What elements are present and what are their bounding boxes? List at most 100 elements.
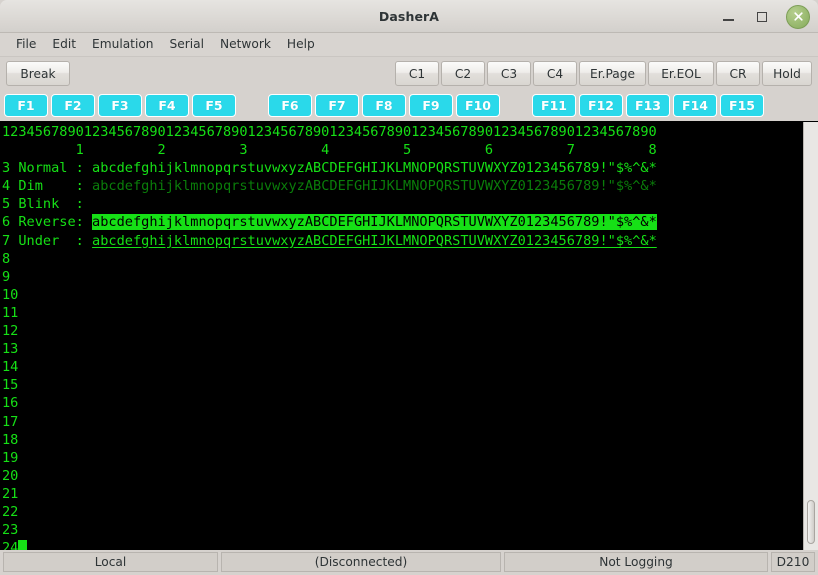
attribute-label: Blink — [18, 196, 76, 213]
c1-button[interactable]: C1 — [395, 61, 440, 86]
break-button[interactable]: Break — [6, 61, 70, 86]
line-number: 8 — [2, 250, 11, 267]
terminal-line-4: 4 Dim : abcdefghijklmnopqrstuvwxyzABCDEF… — [2, 177, 803, 195]
attribute-colon: : — [75, 178, 93, 195]
line-number: 6 — [2, 214, 19, 231]
terminal-line-15: 15 — [2, 376, 803, 394]
attribute-label: Reverse — [18, 214, 76, 231]
line-number: 9 — [2, 268, 11, 285]
terminal-line-10: 10 — [2, 286, 803, 304]
erase-page-button[interactable]: Er.Page — [579, 61, 646, 86]
function-key-f14[interactable]: F14 — [673, 94, 717, 117]
line-number: 24 — [2, 540, 19, 550]
line-number: 13 — [2, 341, 19, 358]
line-number: 22 — [2, 503, 19, 520]
attribute-label: Normal — [18, 160, 76, 177]
terminal-line-14: 14 — [2, 358, 803, 376]
terminal-line-11: 11 — [2, 304, 803, 322]
erase-eol-button[interactable]: Er.EOL — [648, 61, 714, 86]
function-key-group-1: F1 F2 F3 F4 F5 — [4, 94, 236, 117]
function-key-f4[interactable]: F4 — [145, 94, 189, 117]
function-key-bar: F1 F2 F3 F4 F5 F6 F7 F8 F9 F10 F11 F12 F… — [0, 90, 818, 121]
function-key-f2[interactable]: F2 — [51, 94, 95, 117]
function-key-f1[interactable]: F1 — [4, 94, 48, 117]
title-bar: DasherA — [0, 0, 818, 33]
dasher-window: DasherA File Edit Emulation Serial Netwo… — [0, 0, 818, 575]
line-number: 21 — [2, 485, 19, 502]
minimize-icon[interactable] — [718, 7, 738, 27]
terminal-scrollbar[interactable] — [803, 122, 818, 550]
line-number: 10 — [2, 286, 19, 303]
function-key-f12[interactable]: F12 — [579, 94, 623, 117]
line-number: 19 — [2, 449, 19, 466]
status-emulation: D210 — [771, 552, 815, 572]
terminal-line-5: 5 Blink : — [2, 195, 803, 213]
line-number: 11 — [2, 304, 19, 321]
line-number: 23 — [2, 522, 19, 539]
terminal-ruler-tens: 1 2 3 4 5 6 7 8 — [2, 141, 803, 159]
toolbar-left-group: Break — [6, 61, 70, 86]
function-key-f11[interactable]: F11 — [532, 94, 576, 117]
c4-button[interactable]: C4 — [533, 61, 578, 86]
menu-item-network[interactable]: Network — [212, 35, 279, 54]
function-key-f8[interactable]: F8 — [362, 94, 406, 117]
terminal-line-13: 13 — [2, 340, 803, 358]
attribute-colon: : — [75, 214, 93, 231]
terminal-line-7: 7 Under : abcdefghijklmnopqrstuvwxyzABCD… — [2, 232, 803, 250]
ruler-tens-text: 1 2 3 4 5 6 7 8 — [2, 142, 657, 159]
line-number: 18 — [2, 431, 19, 448]
function-key-f15[interactable]: F15 — [720, 94, 764, 117]
function-key-f6[interactable]: F6 — [268, 94, 312, 117]
attribute-sample-normal: abcdefghijklmnopqrstuvwxyzABCDEFGHIJKLMN… — [92, 160, 657, 177]
menu-item-serial[interactable]: Serial — [162, 35, 213, 54]
ruler-digits-text: 1234567890123456789012345678901234567890… — [2, 124, 657, 140]
terminal-line-22: 22 — [2, 503, 803, 521]
line-number: 4 — [2, 178, 19, 195]
menu-item-file[interactable]: File — [8, 35, 44, 54]
attribute-label: Under — [18, 232, 76, 249]
window-title: DasherA — [378, 8, 440, 24]
terminal-line-23: 23 — [2, 521, 803, 539]
function-key-f10[interactable]: F10 — [456, 94, 500, 117]
function-key-f9[interactable]: F9 — [409, 94, 453, 117]
menu-item-help[interactable]: Help — [279, 35, 323, 54]
function-key-f13[interactable]: F13 — [626, 94, 670, 117]
terminal-line-24: 24 — [2, 539, 803, 550]
status-bar: Local (Disconnected) Not Logging D210 — [0, 550, 818, 575]
terminal-line-16: 16 — [2, 394, 803, 412]
terminal-line-20: 20 — [2, 467, 803, 485]
cr-button[interactable]: CR — [716, 61, 760, 86]
menu-item-edit[interactable]: Edit — [44, 35, 84, 54]
terminal-line-19: 19 — [2, 449, 803, 467]
line-number: 15 — [2, 377, 19, 394]
line-number: 7 — [2, 232, 19, 249]
terminal-screen[interactable]: 1234567890123456789012345678901234567890… — [0, 122, 803, 550]
terminal-line-12: 12 — [2, 322, 803, 340]
terminal-line-8: 8 — [2, 250, 803, 268]
line-number: 14 — [2, 359, 19, 376]
terminal-line-18: 18 — [2, 431, 803, 449]
window-controls — [718, 0, 810, 33]
terminal-line-9: 9 — [2, 268, 803, 286]
terminal-area: 1234567890123456789012345678901234567890… — [0, 121, 818, 550]
attribute-label: Dim — [18, 178, 76, 195]
terminal-ruler-digits: 1234567890123456789012345678901234567890… — [2, 123, 803, 141]
function-key-f7[interactable]: F7 — [315, 94, 359, 117]
line-number: 20 — [2, 467, 19, 484]
function-key-f5[interactable]: F5 — [192, 94, 236, 117]
attribute-colon: : — [75, 232, 93, 249]
c3-button[interactable]: C3 — [487, 61, 532, 86]
close-icon[interactable] — [786, 4, 810, 29]
terminal-line-3: 3 Normal : abcdefghijklmnopqrstuvwxyzABC… — [2, 159, 803, 177]
attribute-sample-dim: abcdefghijklmnopqrstuvwxyzABCDEFGHIJKLMN… — [92, 178, 657, 195]
line-number: 17 — [2, 413, 19, 430]
hold-button[interactable]: Hold — [762, 61, 812, 86]
attribute-sample-under: abcdefghijklmnopqrstuvwxyzABCDEFGHIJKLMN… — [92, 232, 657, 249]
maximize-icon[interactable] — [752, 7, 772, 27]
terminal-line-21: 21 — [2, 485, 803, 503]
menu-item-emulation[interactable]: Emulation — [84, 35, 162, 54]
toolbar-right-group: C1 C2 C3 C4 Er.Page Er.EOL CR Hold — [395, 61, 812, 86]
c2-button[interactable]: C2 — [441, 61, 486, 86]
function-key-f3[interactable]: F3 — [98, 94, 142, 117]
scrollbar-thumb[interactable] — [807, 500, 815, 544]
